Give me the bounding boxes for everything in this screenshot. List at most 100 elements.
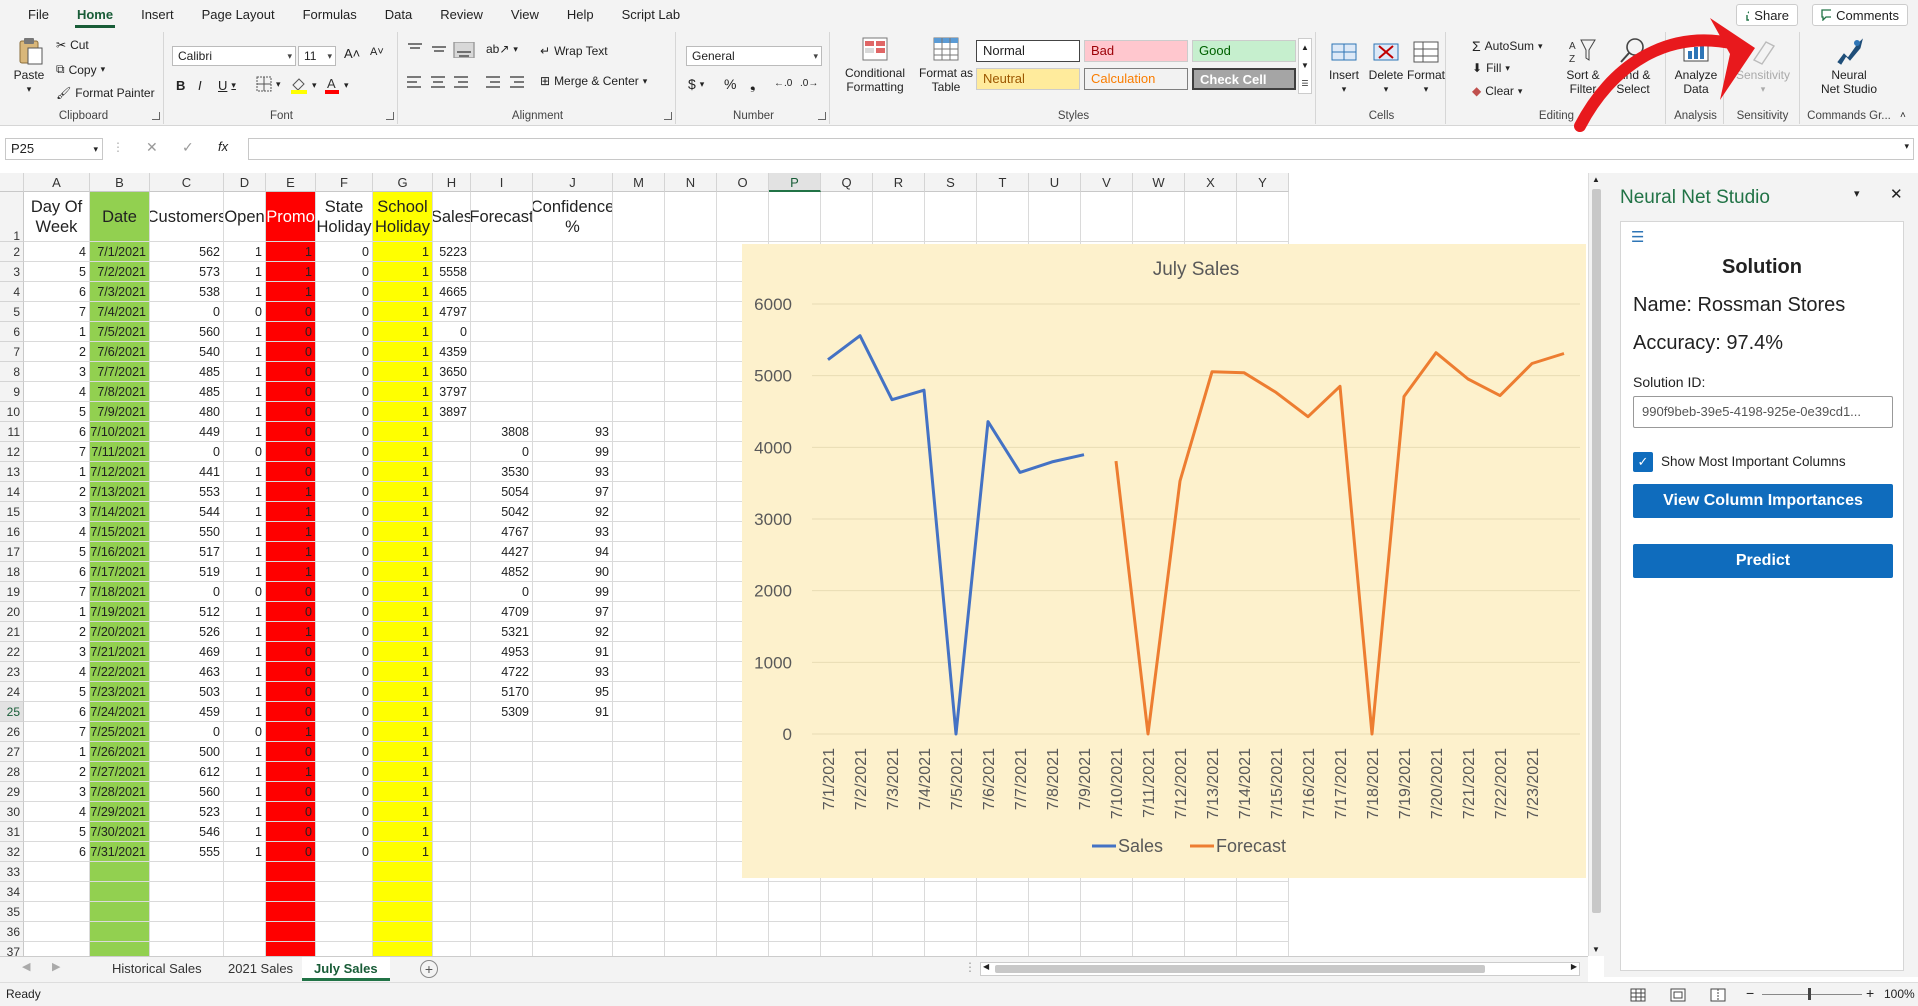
data-cell[interactable]: 2 xyxy=(24,342,90,362)
data-cell[interactable] xyxy=(471,262,533,282)
cell[interactable] xyxy=(24,942,90,956)
data-cell[interactable]: 0 xyxy=(316,542,373,562)
data-cell[interactable]: 0 xyxy=(266,702,316,722)
data-cell[interactable]: 7/12/2021 xyxy=(90,462,150,482)
data-cell[interactable]: 1 xyxy=(373,602,433,622)
data-cell[interactable]: 0 xyxy=(316,482,373,502)
column-header-q[interactable]: Q xyxy=(821,173,873,192)
column-header-t[interactable]: T xyxy=(977,173,1029,192)
data-cell[interactable]: 99 xyxy=(533,582,613,602)
empty-cell[interactable] xyxy=(613,442,665,462)
cell[interactable] xyxy=(533,862,613,882)
empty-cell[interactable] xyxy=(717,902,769,922)
style-check-cell[interactable]: Check Cell xyxy=(1192,68,1296,90)
data-cell[interactable]: 1 xyxy=(373,722,433,742)
empty-cell[interactable] xyxy=(1029,882,1081,902)
row-header-21[interactable]: 21 xyxy=(0,622,24,642)
data-cell[interactable]: 1 xyxy=(373,242,433,262)
data-cell[interactable]: 0 xyxy=(266,362,316,382)
data-cell[interactable]: 5170 xyxy=(471,682,533,702)
data-cell[interactable]: 485 xyxy=(150,362,224,382)
empty-cell[interactable] xyxy=(1237,902,1289,922)
empty-cell[interactable] xyxy=(665,322,717,342)
menu-tab-page-layout[interactable]: Page Layout xyxy=(188,0,289,30)
data-cell[interactable]: 1 xyxy=(373,782,433,802)
empty-cell[interactable] xyxy=(1029,922,1081,942)
cell[interactable] xyxy=(373,882,433,902)
data-cell[interactable]: 1 xyxy=(224,242,266,262)
empty-cell[interactable] xyxy=(1237,192,1289,242)
normal-view-icon[interactable] xyxy=(1630,988,1646,1002)
empty-cell[interactable] xyxy=(665,662,717,682)
cell[interactable] xyxy=(433,862,471,882)
data-cell[interactable]: 1 xyxy=(224,542,266,562)
data-cell[interactable]: 0 xyxy=(316,382,373,402)
data-cell[interactable]: 517 xyxy=(150,542,224,562)
empty-cell[interactable] xyxy=(873,902,925,922)
empty-cell[interactable] xyxy=(717,192,769,242)
autosum-button[interactable]: Σ AutoSum ▾ xyxy=(1472,38,1543,54)
data-cell[interactable]: 1 xyxy=(373,382,433,402)
row-header-29[interactable]: 29 xyxy=(0,782,24,802)
data-cell[interactable]: 7/18/2021 xyxy=(90,582,150,602)
sheet-tab-july-sales[interactable]: July Sales xyxy=(302,957,390,981)
row-header-19[interactable]: 19 xyxy=(0,582,24,602)
cell[interactable] xyxy=(24,882,90,902)
data-cell[interactable]: 1 xyxy=(373,482,433,502)
column-title-cell[interactable]: Open xyxy=(224,192,266,242)
row-header-28[interactable]: 28 xyxy=(0,762,24,782)
row-header-26[interactable]: 26 xyxy=(0,722,24,742)
cell[interactable] xyxy=(90,882,150,902)
row-header-6[interactable]: 6 xyxy=(0,322,24,342)
data-cell[interactable]: 1 xyxy=(373,442,433,462)
data-cell[interactable]: 7/13/2021 xyxy=(90,482,150,502)
data-cell[interactable]: 3 xyxy=(24,502,90,522)
cell[interactable] xyxy=(471,942,533,956)
empty-cell[interactable] xyxy=(717,882,769,902)
data-cell[interactable] xyxy=(433,782,471,802)
clipboard-launcher-icon[interactable] xyxy=(152,112,160,120)
row-header-31[interactable]: 31 xyxy=(0,822,24,842)
cell[interactable] xyxy=(150,882,224,902)
data-cell[interactable]: 1 xyxy=(224,462,266,482)
data-cell[interactable]: 1 xyxy=(373,662,433,682)
data-cell[interactable]: 0 xyxy=(316,302,373,322)
data-cell[interactable] xyxy=(471,282,533,302)
data-cell[interactable] xyxy=(471,802,533,822)
empty-cell[interactable] xyxy=(665,902,717,922)
data-cell[interactable] xyxy=(533,742,613,762)
data-cell[interactable] xyxy=(471,742,533,762)
page-layout-view-icon[interactable] xyxy=(1670,988,1686,1002)
name-box[interactable]: P25 ▾ xyxy=(5,138,103,160)
data-cell[interactable]: 7/10/2021 xyxy=(90,422,150,442)
data-cell[interactable]: 1 xyxy=(373,262,433,282)
font-name-combo[interactable]: Calibri ▾ xyxy=(172,46,296,66)
cell[interactable] xyxy=(224,882,266,902)
copy-dropdown-icon[interactable]: ▾ xyxy=(101,64,106,75)
data-cell[interactable]: 485 xyxy=(150,382,224,402)
chevron-down-icon[interactable]: ▾ xyxy=(93,139,98,159)
empty-cell[interactable] xyxy=(613,702,665,722)
cell[interactable] xyxy=(24,902,90,922)
data-cell[interactable]: 1 xyxy=(373,422,433,442)
data-cell[interactable] xyxy=(471,342,533,362)
hamburger-menu-icon[interactable]: ☰ xyxy=(1631,228,1644,246)
cell[interactable] xyxy=(266,902,316,922)
data-cell[interactable]: 0 xyxy=(266,802,316,822)
empty-cell[interactable] xyxy=(665,302,717,322)
increase-font-button[interactable]: A˄ xyxy=(344,46,360,61)
data-cell[interactable]: 1 xyxy=(373,842,433,862)
clear-button[interactable]: ◆ Clear ▾ xyxy=(1472,84,1522,98)
empty-cell[interactable] xyxy=(1029,902,1081,922)
zoom-slider[interactable] xyxy=(1762,994,1862,995)
data-cell[interactable] xyxy=(471,322,533,342)
zoom-level[interactable]: 100% xyxy=(1884,987,1915,1001)
data-cell[interactable]: 0 xyxy=(433,322,471,342)
data-cell[interactable]: 5042 xyxy=(471,502,533,522)
bold-button[interactable]: B xyxy=(176,78,185,93)
empty-cell[interactable] xyxy=(613,602,665,622)
data-cell[interactable]: 1 xyxy=(224,262,266,282)
cell[interactable] xyxy=(433,942,471,956)
empty-cell[interactable] xyxy=(665,922,717,942)
previous-sheet-icon[interactable]: ◀ xyxy=(22,960,30,973)
